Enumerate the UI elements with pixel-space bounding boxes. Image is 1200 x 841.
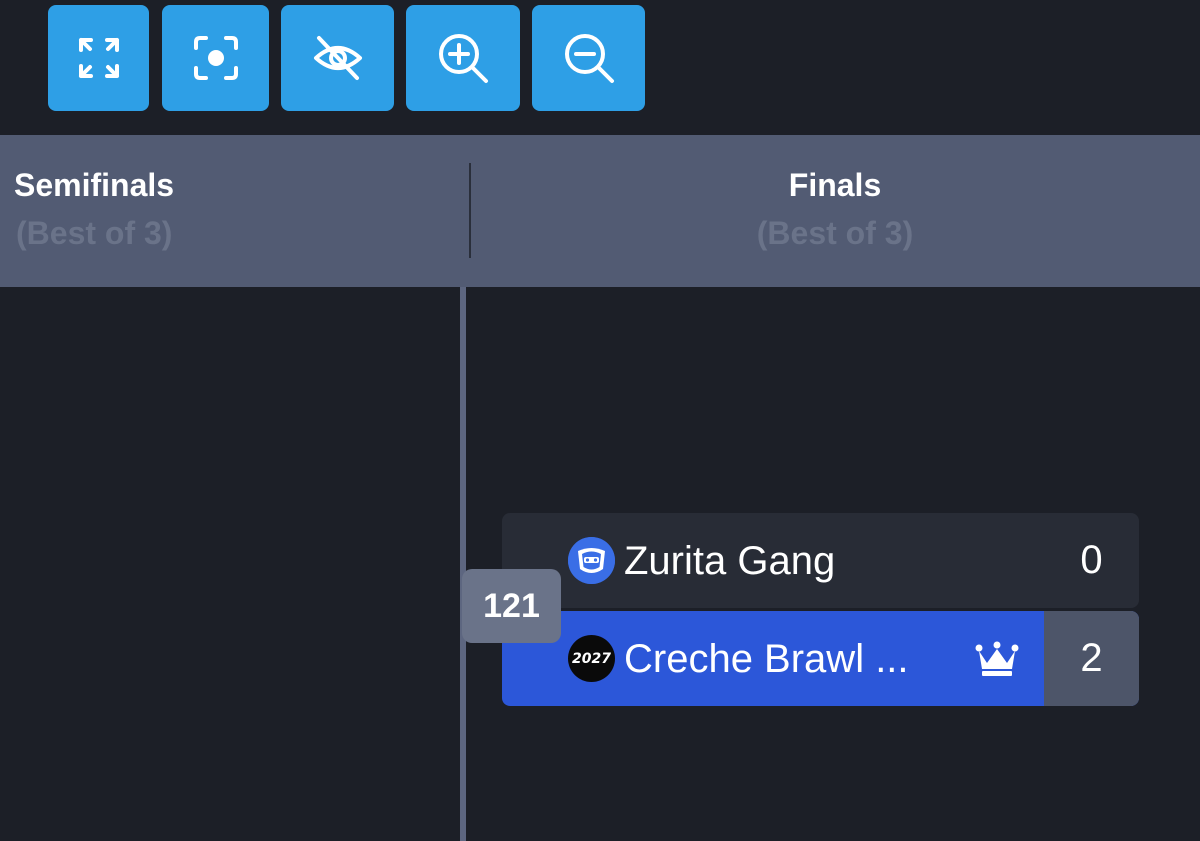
round-title-finals: Finals [788,167,882,203]
recenter-button[interactable] [162,5,269,111]
logo-text: 2027 [572,650,611,667]
eye-off-icon [313,36,362,80]
team-score: 0 [1080,538,1103,582]
round-subtitle-finals: (Best of 3) [756,215,914,251]
team-name: Zurita Gang [624,539,836,583]
2027-logo: 2027 [568,635,615,682]
fullscreen-button[interactable] [48,5,149,111]
zoom-in-button[interactable] [406,5,520,111]
hide-button[interactable] [281,5,394,111]
bracket-connector-line [460,287,466,841]
bracket-page: Semifinals (Best of 3) Finals (Best of 3… [0,0,1200,841]
zoom-in-icon [439,34,488,83]
brawl-star-logo [568,537,615,584]
zoom-out-button[interactable] [532,5,645,111]
expand-icon [78,38,119,78]
round-subtitle-semifinals: (Best of 3) [16,215,173,251]
team-row-creche-brawl[interactable]: 2027 Creche Brawl ... 2 [502,611,1139,706]
focus-icon [193,36,238,80]
round-title-semifinals: Semifinals [14,167,175,203]
match-id-badge: 121 [462,569,561,643]
zoom-out-icon [564,34,614,83]
team-score: 2 [1044,611,1139,706]
round-header: Semifinals (Best of 3) Finals (Best of 3… [0,135,1200,287]
team-row-zurita-gang[interactable]: Zurita Gang 0 [502,513,1139,608]
bracket-toolbar [0,5,1200,111]
crown-icon [975,641,1019,682]
team-name: Creche Brawl ... [624,637,909,681]
match-card[interactable]: Zurita Gang 0 2027 Creche Brawl ... 2 [502,513,1139,707]
